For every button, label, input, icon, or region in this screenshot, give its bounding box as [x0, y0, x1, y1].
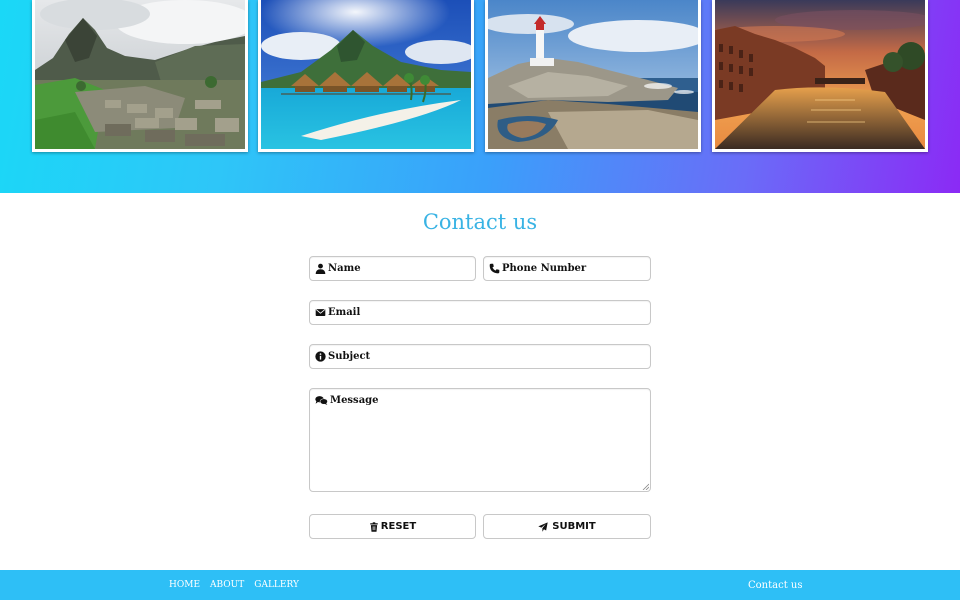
message-textarea[interactable]: Message	[309, 388, 651, 492]
comments-icon	[315, 395, 328, 406]
user-icon	[315, 263, 326, 274]
lighthouse-coast-photo	[488, 0, 698, 149]
gallery-image-mountain-ruins[interactable]	[32, 0, 248, 152]
gallery-image-lighthouse[interactable]	[485, 0, 701, 152]
phone-number-field[interactable]: Phone Number	[483, 256, 651, 281]
paper-plane-icon	[538, 521, 548, 532]
reset-button[interactable]: RESET	[309, 514, 476, 539]
name-field-label: Name	[328, 263, 361, 274]
info-icon	[315, 351, 326, 362]
contact-title: Contact us	[422, 210, 538, 234]
email-field-label: Email	[328, 307, 361, 318]
mountain-ruins-photo	[35, 0, 245, 149]
gallery-banner	[0, 0, 960, 193]
submit-button[interactable]: SUBMIT	[483, 514, 651, 539]
footer-link-about[interactable]: ABOUT	[210, 580, 244, 590]
gallery-image-tropical-island[interactable]	[258, 0, 474, 152]
footer-nav: HOME ABOUT GALLERY	[169, 570, 309, 600]
phone-icon	[489, 263, 500, 274]
footer-contact-link[interactable]: Contact us	[748, 570, 802, 600]
tropical-island-photo	[261, 0, 471, 149]
message-field-label: Message	[330, 395, 379, 406]
envelope-icon	[315, 307, 326, 318]
name-field[interactable]: Name	[309, 256, 476, 281]
footer-link-gallery[interactable]: GALLERY	[254, 580, 299, 590]
email-field[interactable]: Email	[309, 300, 651, 325]
phone-field-label: Phone Number	[502, 263, 587, 274]
footer-link-home[interactable]: HOME	[169, 580, 200, 590]
submit-button-label: SUBMIT	[552, 521, 596, 532]
resize-grip-icon[interactable]	[642, 483, 649, 490]
subject-field[interactable]: Subject	[309, 344, 651, 369]
trash-icon	[369, 521, 379, 532]
gallery-image-canal-sunset[interactable]	[712, 0, 928, 152]
reset-button-label: RESET	[380, 521, 417, 532]
subject-field-label: Subject	[328, 351, 371, 362]
canal-sunset-photo	[715, 0, 925, 149]
footer: HOME ABOUT GALLERY Contact us	[0, 570, 960, 600]
